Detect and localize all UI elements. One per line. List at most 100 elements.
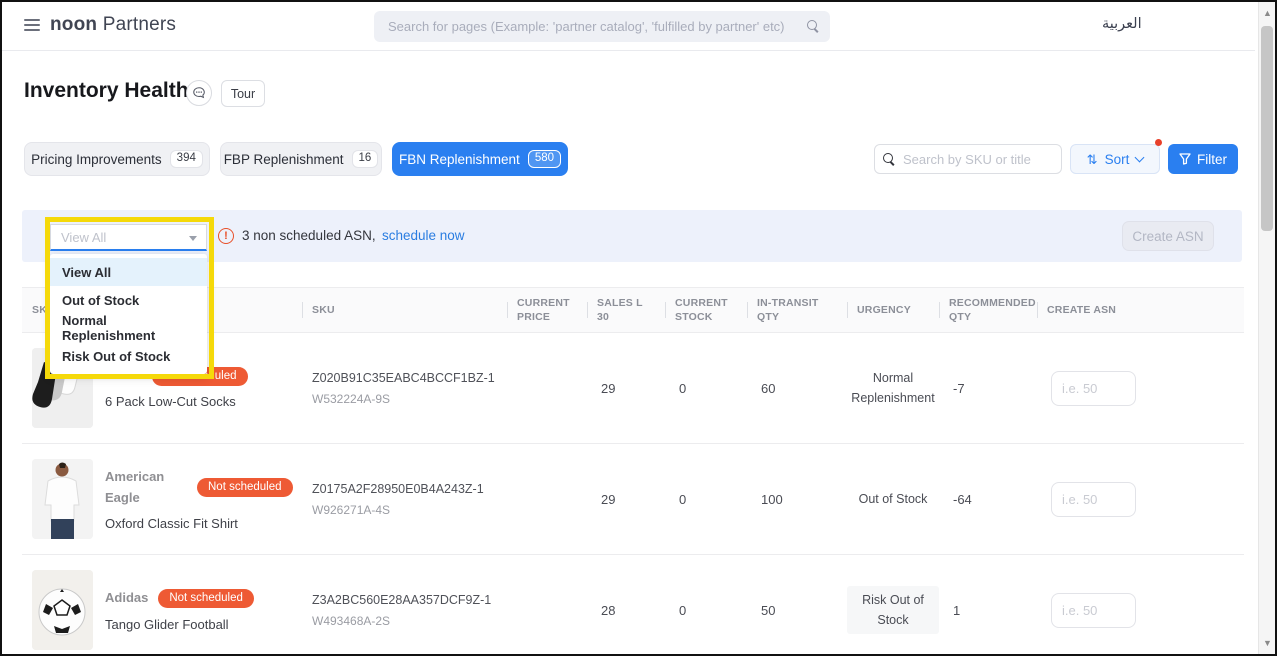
in-transit-qty-cell: 60 xyxy=(747,333,847,443)
create-asn-cell xyxy=(1037,444,1244,554)
urgency-cell: Risk Out of Stock xyxy=(847,555,939,656)
urgency-filter-select[interactable]: View All xyxy=(50,224,207,251)
sort-notification-dot xyxy=(1155,139,1162,146)
football-product-photo xyxy=(32,570,93,650)
create-asn-cell xyxy=(1037,333,1244,443)
sku-cell: Z0175A2F28950E0B4A243Z-1 W926271A-4S xyxy=(302,444,507,554)
current-stock-cell: 0 xyxy=(665,444,747,554)
speech-bubble-icon xyxy=(192,86,206,100)
current-price-cell xyxy=(507,555,587,656)
sku-secondary-code: W493468A-2S xyxy=(312,614,390,628)
chevron-down-icon xyxy=(189,236,197,241)
tab-label: FBN Replenishment xyxy=(399,152,520,167)
asn-qty-input[interactable] xyxy=(1051,371,1136,406)
tab-pricing-improvements[interactable]: Pricing Improvements 394 xyxy=(24,142,210,176)
search-icon xyxy=(883,153,896,166)
sort-button[interactable]: ⇅ Sort xyxy=(1070,144,1160,174)
filter-button[interactable]: Filter xyxy=(1168,144,1238,174)
global-search-input[interactable] xyxy=(388,19,807,34)
hamburger-menu-icon[interactable] xyxy=(24,19,40,32)
dropdown-option-normal-replenishment[interactable]: Normal Replenishment xyxy=(50,314,207,342)
logo-partners: Partners xyxy=(103,14,176,35)
sort-arrows-icon: ⇅ xyxy=(1087,153,1098,166)
col-create-asn: CREATE ASN xyxy=(1037,288,1244,332)
select-value: View All xyxy=(61,230,106,245)
current-price-cell xyxy=(507,444,587,554)
create-asn-button[interactable]: Create ASN xyxy=(1122,221,1214,251)
tab-count-badge: 394 xyxy=(170,150,203,168)
urgency-label: Out of Stock xyxy=(859,489,928,509)
filter-label: Filter xyxy=(1197,152,1227,167)
sales-l30-cell: 29 xyxy=(587,333,665,443)
sku-details-cell: American Eagle Not scheduled Oxford Clas… xyxy=(22,444,302,554)
urgency-cell: Normal Replenishment xyxy=(847,333,939,443)
create-asn-cell xyxy=(1037,555,1244,656)
sku-details-cell: Adidas Not scheduled Tango Glider Footba… xyxy=(22,555,302,656)
in-transit-qty-cell: 100 xyxy=(747,444,847,554)
tab-fbn-replenishment[interactable]: FBN Replenishment 580 xyxy=(392,142,568,176)
asn-alert-text: 3 non scheduled ASN, xyxy=(242,228,376,243)
recommended-qty-cell: 1 xyxy=(939,555,1037,656)
col-in-transit-qty: IN-TRANSIT QTY xyxy=(747,288,847,332)
brand-name: American Eagle xyxy=(105,467,187,507)
tab-fbp-replenishment[interactable]: FBP Replenishment 16 xyxy=(220,142,382,176)
product-name: Oxford Classic Fit Shirt xyxy=(105,516,293,531)
sku-code: Z3A2BC560E28AA357DCF9Z-1 xyxy=(312,593,491,607)
col-sku: SKU xyxy=(302,288,507,332)
col-current-stock: CURRENT STOCK xyxy=(665,288,747,332)
sku-secondary-code: W532224A-9S xyxy=(312,392,390,406)
alert-icon: ! xyxy=(218,228,234,244)
funnel-icon xyxy=(1179,153,1191,165)
col-urgency: URGENCY xyxy=(847,288,939,332)
recommended-qty-cell: -64 xyxy=(939,444,1037,554)
current-price-cell xyxy=(507,333,587,443)
table-body: Not scheduled 6 Pack Low-Cut Socks Z020B… xyxy=(22,333,1244,656)
in-transit-qty-cell: 50 xyxy=(747,555,847,656)
col-current-price: CURRENT PRICE xyxy=(507,288,587,332)
search-icon xyxy=(807,20,820,33)
feedback-chat-icon[interactable] xyxy=(186,80,212,106)
page-title: Inventory Health xyxy=(24,79,189,103)
urgency-label: Normal Replenishment xyxy=(847,368,939,408)
noon-partners-logo: noon Partners xyxy=(50,14,176,36)
not-scheduled-badge: Not scheduled xyxy=(197,478,293,498)
tab-label: Pricing Improvements xyxy=(31,152,162,167)
logo-noon: noon xyxy=(50,14,97,35)
col-recommended-qty: RECOMMENDED QTY xyxy=(939,288,1037,332)
tab-count-badge: 580 xyxy=(528,150,561,168)
scrollbar-thumb[interactable] xyxy=(1261,26,1273,231)
tour-button[interactable]: Tour xyxy=(221,80,265,107)
current-stock-cell: 0 xyxy=(665,555,747,656)
brand-name: Adidas xyxy=(105,588,148,608)
current-stock-cell: 0 xyxy=(665,333,747,443)
table-row: Adidas Not scheduled Tango Glider Footba… xyxy=(22,555,1244,656)
sales-l30-cell: 29 xyxy=(587,444,665,554)
scroll-down-arrow[interactable]: ▼ xyxy=(1259,638,1276,648)
tab-label: FBP Replenishment xyxy=(224,152,344,167)
top-navbar: noon Partners العربية xyxy=(2,2,1255,51)
scroll-up-arrow[interactable]: ▲ xyxy=(1259,8,1276,18)
urgency-filter-dropdown: View All Out of Stock Normal Replenishme… xyxy=(50,254,207,374)
dropdown-option-risk-out-of-stock[interactable]: Risk Out of Stock xyxy=(50,342,207,370)
vertical-scrollbar[interactable]: ▲ ▼ xyxy=(1258,2,1275,654)
dropdown-option-view-all[interactable]: View All xyxy=(50,258,207,286)
asn-qty-input[interactable] xyxy=(1051,482,1136,517)
language-switch-arabic[interactable]: العربية xyxy=(1102,16,1142,32)
sku-search-field[interactable] xyxy=(874,144,1062,174)
sku-cell: Z3A2BC560E28AA357DCF9Z-1 W493468A-2S xyxy=(302,555,507,656)
urgency-label: Risk Out of Stock xyxy=(847,586,939,634)
product-name: Tango Glider Football xyxy=(105,617,254,632)
chevron-down-icon xyxy=(1135,153,1145,163)
sku-code: Z0175A2F28950E0B4A243Z-1 xyxy=(312,482,484,496)
asn-qty-input[interactable] xyxy=(1051,593,1136,628)
tab-count-badge: 16 xyxy=(352,150,379,168)
col-sales-l30: SALES L 30 xyxy=(587,288,665,332)
sku-search-input[interactable] xyxy=(903,152,1053,167)
dropdown-option-out-of-stock[interactable]: Out of Stock xyxy=(50,286,207,314)
global-search-bar[interactable] xyxy=(374,11,830,42)
product-name: 6 Pack Low-Cut Socks xyxy=(105,394,248,409)
shirt-product-photo xyxy=(32,459,93,539)
schedule-now-link[interactable]: schedule now xyxy=(382,228,465,243)
sort-label: Sort xyxy=(1105,152,1130,167)
app-window: noon Partners العربية Inventory Health T… xyxy=(0,0,1277,656)
